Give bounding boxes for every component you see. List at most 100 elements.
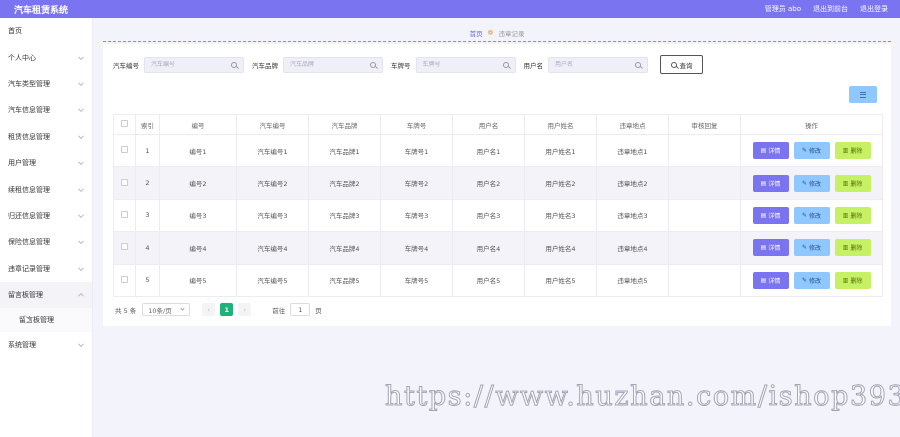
detail-button[interactable]: ▤ 详情 [752,174,789,192]
goto-page-input[interactable]: 1 [290,303,311,316]
column-header: 违章地点 [596,114,669,135]
table-cell: 违章地点5 [596,263,669,297]
username-input[interactable] [555,61,639,68]
goto-suffix: 页 [315,306,322,315]
select-all-cell [113,114,136,135]
sidebar-item-label: 个人中心 [8,53,36,62]
row-checkbox[interactable] [121,178,128,186]
delete-button[interactable]: ▥ 删除 [834,239,871,257]
search-icon [670,61,677,68]
table-cell: 车牌号1 [380,133,453,168]
list-view-button[interactable] [849,86,877,103]
sidebar-item-returns[interactable]: 归还信息管理 [0,203,92,229]
edit-button[interactable]: ✎ 修改 [793,239,830,257]
chevron-down-icon [78,238,84,245]
edit-label: 修改 [809,212,822,220]
exit-to-frontend-link[interactable]: 退出到前台 [813,4,848,14]
table-cell: 汽车编号4 [236,231,309,265]
edit-button[interactable]: ✎ 修改 [793,142,830,160]
sidebar-item-car-info[interactable]: 汽车信息管理 [0,97,92,123]
detail-button[interactable]: ▤ 详情 [752,271,789,289]
logout-link[interactable]: 退出登录 [860,4,888,14]
column-header: 汽车品牌 [308,114,381,135]
page-size-select[interactable]: 10条/页 [142,303,191,316]
edit-button[interactable]: ✎ 修改 [793,271,830,289]
search-label-car-no: 汽车编号 [113,61,139,70]
detail-button[interactable]: ▤ 详情 [752,206,789,224]
search-label-brand: 汽车品牌 [252,61,278,70]
trash-icon: ▥ [842,276,849,284]
table-cell: 汽车品牌5 [308,263,381,297]
trash-icon: ▥ [842,244,849,252]
plate-input[interactable] [422,61,507,68]
sidebar-item-home[interactable]: 首页 [0,18,92,44]
sidebar-item-rentals[interactable]: 租赁信息管理 [0,124,92,150]
row-checkbox[interactable] [121,275,128,283]
sidebar-item-label: 首页 [8,27,22,36]
delete-label: 删除 [850,148,863,156]
delete-button[interactable]: ▥ 删除 [834,174,871,192]
detail-button[interactable]: ▤ 详情 [752,239,789,257]
sidebar-item-label: 归还信息管理 [8,211,50,220]
row-select-cell [113,198,136,233]
edit-button[interactable]: ✎ 修改 [793,174,830,192]
table-cell: 2 [135,166,160,200]
table-cell [668,198,741,233]
brand-input[interactable] [290,61,374,68]
query-button[interactable]: 查询 [660,55,703,74]
sidebar-item-label: 汽车类型管理 [8,79,50,88]
row-checkbox[interactable] [121,210,128,218]
sidebar-item-car-types[interactable]: 汽车类型管理 [0,71,92,97]
sidebar-item-system[interactable]: 系统管理 [0,332,92,358]
table-cell [668,263,741,297]
trash-icon: ▥ [842,211,849,219]
sidebar-item-insurance[interactable]: 保险信息管理 [0,229,92,255]
sidebar-subitem-messages[interactable]: 留言板管理 [0,308,92,333]
edit-icon: ✎ [801,147,807,155]
table-cell: 汽车编号3 [236,198,309,233]
delete-button[interactable]: ▥ 删除 [834,206,871,224]
list-icon [860,91,866,98]
column-header: 车牌号 [380,114,453,135]
table-cell [668,166,741,200]
trash-icon: ▥ [842,147,849,155]
column-header: 操作 [740,114,883,135]
sidebar-item-messages[interactable]: 留言板管理 [0,281,92,309]
trash-icon: ▥ [842,179,849,187]
table-row: 2 编号2 汽车编号2 汽车品牌2 车牌号2 用户名2 用户姓名2 违章地点2 ▤ 详情 ✎ 修改 ▥ 删… [113,166,883,200]
page-number-button[interactable]: 1 [220,303,234,316]
chevron-down-icon [180,306,185,311]
table-cell: 车牌号4 [380,231,453,265]
delete-button[interactable]: ▥ 删除 [834,271,871,289]
sidebar-item-renewals[interactable]: 续租信息管理 [0,176,92,202]
sidebar-item-label: 汽车信息管理 [8,106,50,115]
breadcrumb-home[interactable]: 首页 [470,28,483,38]
row-checkbox[interactable] [121,146,128,154]
table-cell: 车牌号3 [380,198,453,233]
brand-search-field[interactable] [283,56,383,73]
chevron-down-icon [78,133,84,139]
search-icon [231,61,237,68]
delete-button[interactable]: ▥ 删除 [834,142,871,160]
user-label: 管理员 abo [764,5,801,13]
edit-label: 修改 [809,148,822,156]
table-header-row: 索引 编号 汽车编号 汽车品牌 车牌号 用户名 用户姓名 违章地点 审核回复 操… [113,114,883,135]
sidebar-item-profile[interactable]: 个人中心 [0,44,92,70]
plate-search-field[interactable] [415,56,516,73]
car-no-input[interactable] [151,61,235,68]
sidebar-item-violations[interactable]: 违章记录管理 [0,256,92,282]
sidebar-item-users[interactable]: 用户管理 [0,150,92,176]
table-cell: 3 [135,198,160,233]
select-all-checkbox[interactable] [121,120,128,127]
query-button-label: 查询 [679,61,693,70]
car-no-search-field[interactable] [144,56,244,73]
username-search-field[interactable] [548,56,648,73]
next-page-button[interactable]: › [238,303,252,316]
table-cell: 编号3 [159,198,237,233]
row-checkbox[interactable] [121,243,128,251]
row-select-cell [113,166,136,200]
prev-page-button[interactable]: ‹ [202,303,216,316]
chevron-down-icon [78,53,84,60]
detail-button[interactable]: ▤ 详情 [752,142,789,160]
edit-button[interactable]: ✎ 修改 [793,206,830,224]
